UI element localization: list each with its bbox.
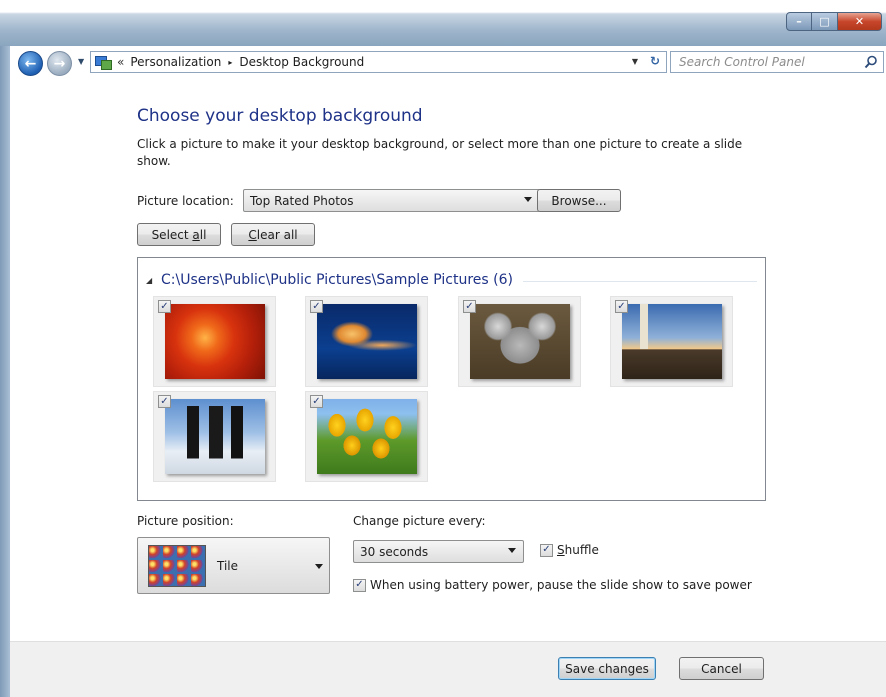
picture-position-value: Tile <box>217 559 239 573</box>
battery-checkbox[interactable]: ✓ <box>353 578 366 592</box>
picture-checkbox[interactable]: ✓ <box>158 395 171 408</box>
forward-button[interactable]: → <box>47 51 72 76</box>
red-flower-thumbnail <box>165 304 265 379</box>
select-all-button[interactable]: Select all <box>137 223 221 246</box>
jellyfish-thumbnail <box>317 304 417 379</box>
picture-checkbox[interactable]: ✓ <box>615 300 628 313</box>
battery-option[interactable]: ✓ When using battery power, pause the sl… <box>353 578 752 592</box>
checkmark-icon: ✓ <box>160 395 169 407</box>
page-title: Choose your desktop background <box>137 106 423 126</box>
picture-item-chrysanthemum[interactable]: ✓ <box>153 296 276 387</box>
picture-item-tulips[interactable]: ✓ <box>305 391 428 482</box>
shuffle-label: Shuffle <box>557 543 599 557</box>
checkmark-icon: ✓ <box>312 300 321 312</box>
picture-location-label: Picture location: <box>137 194 234 208</box>
shuffle-checkbox[interactable]: ✓ <box>540 543 553 557</box>
checkmark-icon: ✓ <box>355 579 364 590</box>
picture-checkbox[interactable]: ✓ <box>158 300 171 313</box>
refresh-icon[interactable]: ↻ <box>650 54 660 68</box>
close-button[interactable]: ✕ <box>838 12 882 31</box>
lighthouse-thumbnail <box>622 304 722 379</box>
gallery-group-path: C:\Users\Public\Public Pictures\Sample P… <box>161 272 513 288</box>
koala-thumbnail <box>470 304 570 379</box>
checkmark-icon: ✓ <box>160 300 169 312</box>
search-placeholder: Search Control Panel <box>679 55 805 69</box>
window-frame-top <box>0 0 886 46</box>
chevron-down-icon <box>315 564 323 569</box>
address-bar[interactable]: « Personalization ▸ Desktop Background ▼… <box>90 51 667 73</box>
back-button[interactable]: ← <box>18 51 43 76</box>
picture-gallery[interactable]: ◢ C:\Users\Public\Public Pictures\Sample… <box>137 257 766 501</box>
collapse-triangle-icon[interactable]: ◢ <box>146 276 154 285</box>
breadcrumb-desktop-background[interactable]: Desktop Background <box>239 55 364 69</box>
breadcrumb-separator-icon[interactable]: ▸ <box>228 58 232 67</box>
shuffle-option[interactable]: ✓ Shuffle <box>540 543 599 557</box>
page-description: Click a picture to make it your desktop … <box>137 137 743 168</box>
breadcrumb-personalization[interactable]: Personalization <box>130 55 221 69</box>
checkmark-icon: ✓ <box>542 544 551 555</box>
cancel-button[interactable]: Cancel <box>679 657 764 680</box>
clear-all-button[interactable]: Clear all <box>231 223 315 246</box>
history-dropdown-icon[interactable]: ▼ <box>78 57 88 69</box>
battery-label: When using battery power, pause the slid… <box>370 578 752 592</box>
select-all-label: Select all <box>151 227 207 242</box>
picture-checkbox[interactable]: ✓ <box>310 300 323 313</box>
maximize-button[interactable]: □ <box>812 12 838 31</box>
picture-item-jellyfish[interactable]: ✓ <box>305 296 428 387</box>
picture-checkbox[interactable]: ✓ <box>310 395 323 408</box>
breadcrumb-overflow[interactable]: « <box>117 55 124 69</box>
footer-bar: Save changes Cancel <box>10 641 886 697</box>
search-icon[interactable] <box>864 55 878 69</box>
picture-location-value: Top Rated Photos <box>250 193 354 208</box>
picture-checkbox[interactable]: ✓ <box>463 300 476 313</box>
checkmark-icon: ✓ <box>312 395 321 407</box>
checkmark-icon: ✓ <box>617 300 626 312</box>
window-frame-left <box>0 46 10 697</box>
search-input[interactable]: Search Control Panel <box>670 51 884 73</box>
tile-preview-icon <box>148 545 206 587</box>
checkmark-icon: ✓ <box>465 300 474 312</box>
forward-arrow-icon: → <box>53 55 66 72</box>
clear-all-label: Clear all <box>248 227 298 242</box>
group-divider <box>523 281 757 282</box>
gallery-group-header[interactable]: ◢ C:\Users\Public\Public Pictures\Sample… <box>146 272 513 288</box>
back-arrow-icon: ← <box>24 55 37 72</box>
interval-select[interactable]: 30 seconds <box>353 540 524 563</box>
penguins-thumbnail <box>165 399 265 474</box>
picture-item-koala[interactable]: ✓ <box>458 296 581 387</box>
chevron-down-icon <box>508 548 516 553</box>
chevron-down-icon <box>524 197 532 202</box>
picture-location-select[interactable]: Top Rated Photos <box>243 189 540 212</box>
picture-position-label: Picture position: <box>137 514 234 528</box>
save-changes-button[interactable]: Save changes <box>558 657 656 680</box>
picture-item-lighthouse[interactable]: ✓ <box>610 296 733 387</box>
content-pane: Choose your desktop background Click a p… <box>10 78 886 697</box>
address-dropdown-icon[interactable]: ▼ <box>632 57 638 66</box>
change-picture-label: Change picture every: <box>353 514 486 528</box>
picture-position-select[interactable]: Tile <box>137 537 330 594</box>
minimize-button[interactable]: – <box>786 12 812 31</box>
control-panel-icon <box>95 55 112 70</box>
picture-item-penguins[interactable]: ✓ <box>153 391 276 482</box>
tulips-thumbnail <box>317 399 417 474</box>
interval-value: 30 seconds <box>360 544 429 559</box>
window-controls: – □ ✕ <box>786 12 882 31</box>
browse-button[interactable]: Browse... <box>537 189 621 212</box>
